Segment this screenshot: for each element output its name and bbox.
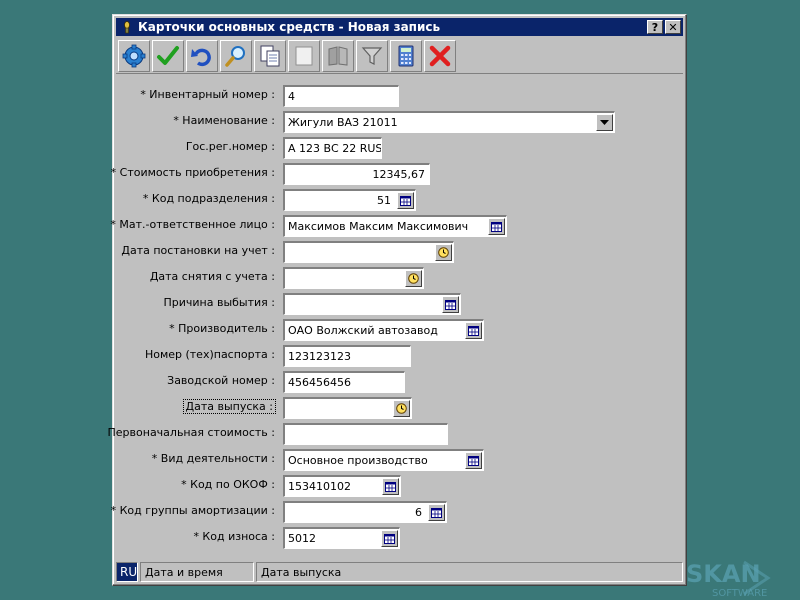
manufacturer-field[interactable]: ОАО Волжский автозавод	[283, 319, 484, 341]
okof-code-field[interactable]: 153410102	[283, 475, 401, 497]
lookup-grid-icon[interactable]	[488, 218, 505, 235]
release-date-label: Дата выпуска :	[182, 399, 277, 414]
factory-number-field[interactable]: 456456456	[283, 371, 405, 393]
wear-code-field[interactable]: 5012	[283, 527, 400, 549]
okof-code-label: * Код по ОКОФ :	[181, 478, 275, 491]
lookup-grid-icon[interactable]	[428, 504, 445, 521]
status-hint: Дата выпуска	[256, 562, 683, 582]
registration-date-label: Дата постановки на учет :	[121, 244, 275, 257]
gos-reg-number-field[interactable]: А 123 ВС 22 RUS	[283, 137, 382, 159]
manufacturer-label: * Производитель :	[169, 322, 275, 335]
initial-cost-field[interactable]	[283, 423, 448, 445]
disposal-reason-field[interactable]	[283, 293, 461, 315]
lookup-grid-icon[interactable]	[397, 192, 414, 209]
passport-number-field[interactable]: 123123123	[283, 345, 411, 367]
lookup-grid-icon[interactable]	[381, 530, 398, 547]
status-datetime: Дата и время	[140, 562, 254, 582]
clock-icon[interactable]	[435, 244, 452, 261]
responsible-person-label: * Мат.-ответственное лицо :	[110, 218, 275, 231]
clock-icon[interactable]	[393, 400, 410, 417]
language-indicator[interactable]: RU	[116, 562, 138, 582]
record-form: * Инвентарный номер : 4 * Наименование :…	[108, 15, 686, 585]
clock-icon[interactable]	[405, 270, 422, 287]
lookup-grid-icon[interactable]	[465, 322, 482, 339]
registration-date-field[interactable]	[283, 241, 454, 263]
skan-software-logo: SKAN SOFTWARE	[686, 560, 771, 599]
gos-reg-number-label: Гос.рег.номер :	[185, 140, 275, 153]
inventory-number-field[interactable]: 4	[283, 85, 399, 107]
chevron-down-icon[interactable]	[596, 114, 613, 131]
lookup-grid-icon[interactable]	[442, 296, 459, 313]
department-code-label: * Код подразделения :	[142, 192, 275, 205]
release-date-field[interactable]	[283, 397, 412, 419]
activity-type-field[interactable]: Основное производство	[283, 449, 484, 471]
status-bar: RU Дата и время Дата выпуска	[116, 562, 683, 582]
wear-code-label: * Код износа :	[193, 530, 275, 543]
acquisition-cost-field[interactable]: 12345,67	[283, 163, 430, 185]
removal-date-field[interactable]	[283, 267, 424, 289]
svg-text:SOFTWARE: SOFTWARE	[712, 588, 767, 599]
responsible-person-field[interactable]: Максимов Максим Максимович	[283, 215, 507, 237]
depreciation-group-field[interactable]: 6	[283, 501, 447, 523]
passport-number-label: Номер (тех)паспорта :	[144, 348, 275, 361]
name-label: * Наименование :	[173, 114, 275, 127]
factory-number-label: Заводской номер :	[167, 374, 275, 387]
initial-cost-label: Первоначальная стоимость :	[107, 426, 275, 439]
name-dropdown[interactable]: Жигули ВАЗ 21011	[283, 111, 615, 133]
form-window: Карточки основных средств - Новая запись…	[108, 14, 687, 586]
department-code-field[interactable]: 51	[283, 189, 416, 211]
lookup-grid-icon[interactable]	[465, 452, 482, 469]
activity-type-label: * Вид деятельности :	[151, 452, 275, 465]
removal-date-label: Дата снятия с учета :	[149, 270, 275, 283]
disposal-reason-label: Причина выбытия :	[163, 296, 276, 309]
acquisition-cost-label: * Стоимость приобретения :	[110, 166, 275, 179]
inventory-number-label: * Инвентарный номер :	[140, 88, 275, 101]
lookup-grid-icon[interactable]	[382, 478, 399, 495]
depreciation-group-label: * Код группы амортизации :	[110, 504, 275, 517]
